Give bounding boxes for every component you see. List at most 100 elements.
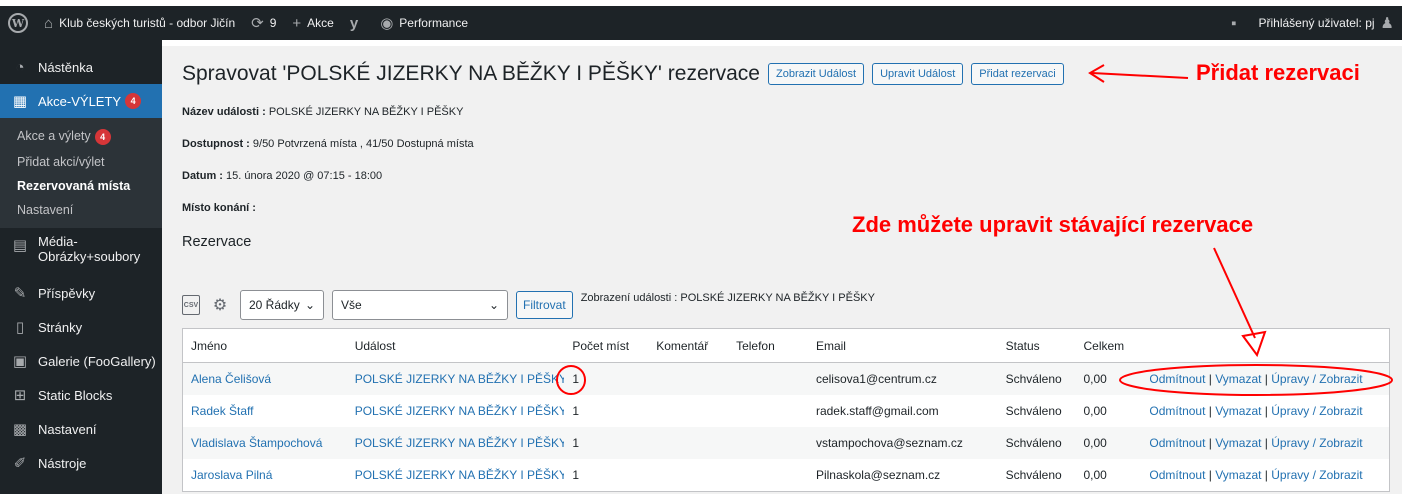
reject-link[interactable]: Odmítnout — [1149, 372, 1205, 386]
meta-event-name: Název události : POLSKÉ JIZERKY NA BĚŽKY… — [182, 106, 463, 118]
performance-link[interactable]: ◉ Performance — [372, 6, 476, 40]
rows-per-page-select[interactable]: 20 Řádky ⌄ — [240, 290, 324, 320]
gear-icon[interactable]: ⚙ — [210, 295, 230, 315]
add-booking-button[interactable]: Přidat rezervaci — [971, 63, 1064, 85]
col-event[interactable]: Událost — [347, 339, 565, 353]
booking-actions: Odmítnout | Vymazat | Úpravy / Zobrazit — [1149, 436, 1363, 450]
rows-per-page-value: 20 Řádky — [249, 298, 300, 312]
gallery-icon: ▣ — [12, 353, 28, 370]
menu-settings-label: Nastavení — [38, 421, 97, 437]
booking-total: 0,00 — [1083, 468, 1107, 482]
admin-bar: W ⌂ Klub českých turistů - odbor Jičín ⟳ 9… — [0, 0, 1402, 46]
site-name-link[interactable]: ⌂ Klub českých turistů - odbor Jičín — [36, 6, 243, 40]
wp-logo-menu[interactable]: W — [0, 6, 36, 40]
table-row: Radek Štaff POLSKÉ JIZERKY NA BĚŽKY I PĚ… — [183, 395, 1389, 427]
events-submenu: Akce a výlety 4 Přidat akci/výlet Rezervo… — [0, 118, 162, 228]
reject-link[interactable]: Odmítnout — [1149, 404, 1205, 418]
col-status[interactable]: Status — [998, 339, 1076, 353]
menu-media[interactable]: ▤ Média- Obrázky+soubory — [0, 228, 162, 276]
dashboard-icon: ◔ — [15, 58, 25, 76]
submenu-add-event[interactable]: Přidat akci/výlet — [0, 150, 162, 174]
col-name[interactable]: Jméno — [183, 339, 347, 353]
col-comment[interactable]: Komentář — [648, 339, 728, 353]
meta-event-name-label: Název události : — [182, 106, 266, 118]
booking-email: radek.staff@gmail.com — [815, 404, 939, 418]
meta-location: Místo konání : — [182, 202, 256, 214]
col-email[interactable]: Email — [808, 339, 998, 353]
bookings-heading: Rezervace — [182, 234, 252, 250]
booking-name-link[interactable]: Radek Štaff — [183, 404, 347, 418]
delete-link[interactable]: Vymazat — [1215, 404, 1261, 418]
new-content-link[interactable]: + Akce — [284, 6, 341, 40]
filters-bar: CSV ⚙ 20 Řádky ⌄ Vše ⌄ Filtrovat Zobrazení… — [182, 290, 875, 320]
submenu-settings[interactable]: Nastavení — [0, 198, 162, 222]
booking-event-link[interactable]: POLSKÉ JIZERKY NA BĚŽKY I PĚŠKY — [347, 436, 565, 450]
menu-media-line2: Obrázky+soubory — [38, 249, 141, 264]
events-count-badge: 4 — [125, 93, 142, 109]
booking-name-link[interactable]: Jaroslava Pilná — [183, 468, 347, 482]
chevron-down-icon: ⌄ — [488, 298, 499, 312]
menu-dashboard-label: Nástěnka — [38, 59, 93, 75]
reject-link[interactable]: Odmítnout — [1149, 436, 1205, 450]
edit-view-link[interactable]: Úpravy / Zobrazit — [1271, 372, 1362, 386]
booking-name-link[interactable]: Alena Čelišová — [183, 372, 347, 386]
booking-event-link[interactable]: POLSKÉ JIZERKY NA BĚŽKY I PĚŠKY — [347, 404, 565, 418]
booking-spaces: 1 — [572, 404, 580, 418]
menu-static-blocks[interactable]: ⊞ Static Blocks — [0, 378, 162, 412]
booking-name-link[interactable]: Vladislava Štampochová — [183, 436, 347, 450]
menu-posts[interactable]: ✎ Příspěvky — [0, 276, 162, 310]
edit-event-button[interactable]: Upravit Událost — [872, 63, 964, 85]
menu-events[interactable]: ▦ Akce-VÝLETY 4 — [0, 84, 162, 118]
delete-link[interactable]: Vymazat — [1215, 372, 1261, 386]
reject-link[interactable]: Odmítnout — [1149, 468, 1205, 482]
meta-availability-value: 9/50 Potvrzená místa , 41/50 Dostupná mí… — [252, 138, 474, 150]
menu-gallery[interactable]: ▣ Galerie (FooGallery) — [0, 344, 162, 378]
status-filter-value: Vše — [341, 298, 362, 312]
booking-actions: Odmítnout | Vymazat | Úpravy / Zobrazit — [1149, 468, 1363, 482]
user-menu[interactable]: Přihlášený uživatel: pj ♟ — [1250, 6, 1402, 40]
filter-button[interactable]: Filtrovat — [516, 291, 573, 319]
home-icon: ⌂ — [44, 14, 54, 32]
col-phone[interactable]: Telefon — [728, 339, 808, 353]
delete-link[interactable]: Vymazat — [1215, 436, 1261, 450]
menu-dashboard[interactable]: ◔ Nástěnka — [0, 50, 162, 84]
edit-view-link[interactable]: Úpravy / Zobrazit — [1271, 404, 1362, 418]
meta-availability: Dostupnost : 9/50 Potvrzená místa , 41/5… — [182, 138, 474, 150]
showing-event-text: Zobrazení události : POLSKÉ JIZERKY NA B… — [580, 292, 875, 304]
meta-event-name-value: POLSKÉ JIZERKY NA BĚŽKY I PĚŠKY — [268, 106, 464, 118]
submenu-events-list[interactable]: Akce a výlety 4 — [0, 124, 162, 150]
menu-tools[interactable]: ✐ Nástroje — [0, 446, 162, 480]
status-filter-select[interactable]: Vše ⌄ — [332, 290, 508, 320]
menu-media-line1: Média- — [38, 234, 78, 249]
edit-view-link[interactable]: Úpravy / Zobrazit — [1271, 436, 1362, 450]
menu-events-label: Akce-VÝLETY — [38, 93, 122, 109]
booking-event-link[interactable]: POLSKÉ JIZERKY NA BĚŽKY I PĚŠKY — [347, 468, 565, 482]
settings-icon: ▩ — [12, 421, 28, 438]
view-event-button[interactable]: Zobrazit Událost — [767, 63, 865, 85]
meta-availability-label: Dostupnost : — [182, 138, 250, 150]
plus-icon: + — [292, 14, 302, 32]
user-avatar-icon: ♟ — [1380, 15, 1394, 32]
pin-icon: ✎ — [13, 285, 27, 302]
updates-link[interactable]: ⟳ 9 — [243, 6, 284, 40]
delete-link[interactable]: Vymazat — [1215, 468, 1261, 482]
annotation-add-booking: Přidat rezervaci — [1196, 60, 1360, 85]
annotation-edit-existing: Zde můžete upravit stávající rezervace — [852, 212, 1254, 237]
user-label: Přihlášený uživatel: pj — [1258, 16, 1375, 30]
table-body: Alena Čelišová POLSKÉ JIZERKY NA BĚŽKY I… — [183, 363, 1389, 491]
booking-event-link[interactable]: POLSKÉ JIZERKY NA BĚŽKY I PĚŠKY — [347, 372, 565, 386]
col-total[interactable]: Celkem — [1076, 339, 1142, 353]
menu-settings[interactable]: ▩ Nastavení — [0, 412, 162, 446]
performance-label: Performance — [399, 16, 468, 30]
yoast-menu[interactable]: y — [342, 6, 372, 40]
comments-link[interactable]: ▪ — [1223, 6, 1250, 40]
submenu-bookings[interactable]: Rezervovaná místa — [0, 174, 162, 198]
menu-pages[interactable]: ▯ Stránky — [0, 310, 162, 344]
edit-view-link[interactable]: Úpravy / Zobrazit — [1271, 468, 1362, 482]
csv-export-icon[interactable]: CSV — [182, 295, 200, 315]
col-spaces[interactable]: Počet míst — [564, 339, 648, 353]
media-icon: ▤ — [12, 237, 28, 254]
calendar-icon: ▦ — [12, 93, 28, 110]
booking-total: 0,00 — [1083, 372, 1107, 386]
booking-spaces: 1 — [572, 436, 580, 450]
